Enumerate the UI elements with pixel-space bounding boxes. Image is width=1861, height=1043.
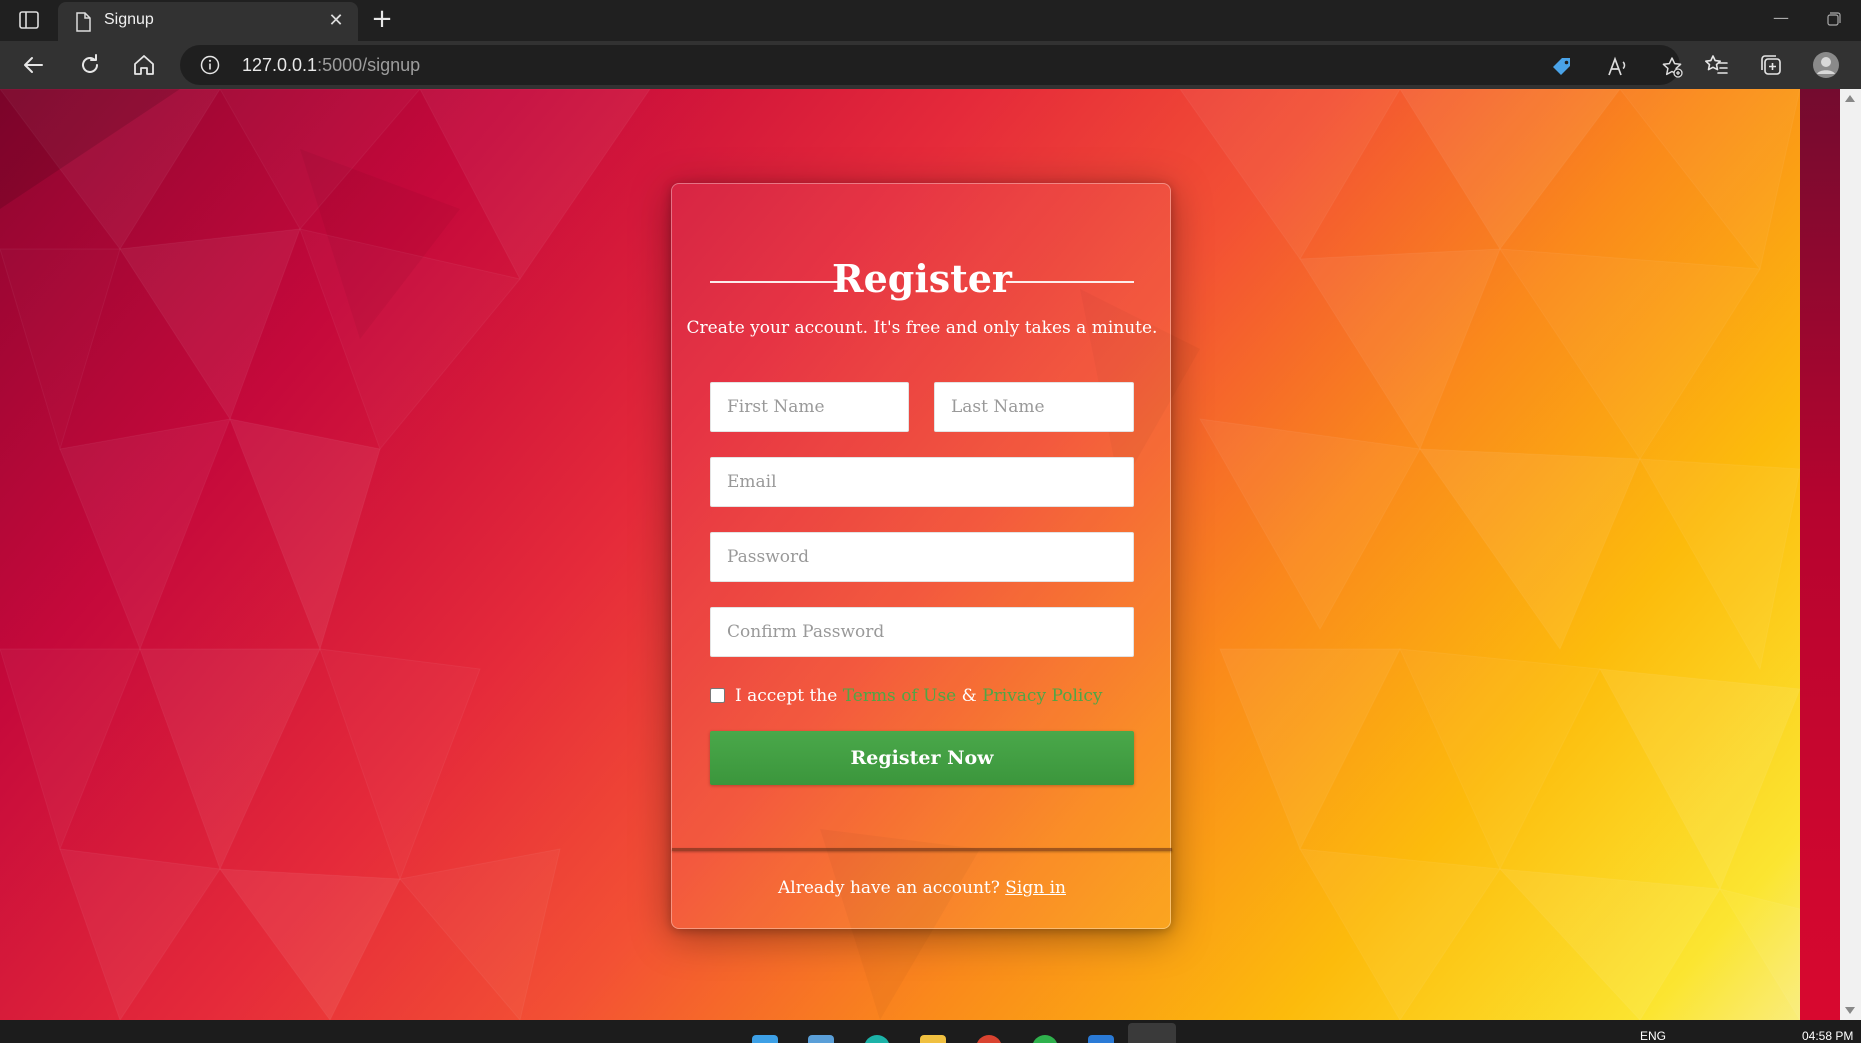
scroll-up-icon[interactable] <box>1845 95 1855 102</box>
page-viewport: Register Create your account. It's free … <box>0 89 1800 1020</box>
title-divider-right <box>1006 281 1134 283</box>
sidebar-toggle-icon[interactable] <box>18 10 40 30</box>
file-explorer-icon[interactable] <box>920 1035 946 1043</box>
confirm-password-input[interactable]: Confirm Password <box>710 607 1134 657</box>
signin-link[interactable]: Sign in <box>1005 878 1066 898</box>
password-input[interactable]: Password <box>710 532 1134 582</box>
os-taskbar: ENG 04:58 PM <box>0 1020 1861 1043</box>
tab-title: Signup <box>104 11 154 28</box>
page-right-edge <box>1800 89 1840 1020</box>
accept-terms-checkbox[interactable] <box>710 688 725 703</box>
terms-row: I accept the Terms of Use & Privacy Poli… <box>710 684 1150 710</box>
app-icon-red[interactable] <box>976 1035 1002 1043</box>
last-name-input[interactable]: Last Name <box>934 382 1134 432</box>
page-scrollbar[interactable] <box>1840 89 1861 1020</box>
language-indicator[interactable]: ENG <box>1640 1029 1666 1043</box>
register-title: Register <box>832 256 1012 301</box>
restore-button[interactable] <box>1820 8 1846 30</box>
shopping-tag-icon[interactable] <box>1550 55 1574 79</box>
terms-text: I accept the Terms of Use & Privacy Poli… <box>735 686 1102 706</box>
url-host: 127.0.0.1 <box>242 55 318 75</box>
profile-icon[interactable] <box>1812 51 1840 79</box>
terms-of-use-link[interactable]: Terms of Use <box>843 686 957 706</box>
widgets-icon[interactable] <box>808 1035 834 1043</box>
page-icon <box>74 12 92 32</box>
url-text[interactable]: 127.0.0.1:5000/signup <box>242 55 420 76</box>
terms-prefix: I accept the <box>735 686 838 706</box>
home-icon[interactable] <box>130 51 158 79</box>
app-icon-green[interactable] <box>1032 1035 1058 1043</box>
privacy-policy-link[interactable]: Privacy Policy <box>982 686 1102 706</box>
minimize-button[interactable]: — <box>1768 8 1794 30</box>
register-title-row: Register <box>710 254 1134 304</box>
register-subtitle: Create your account. It's free and only … <box>686 318 1158 338</box>
add-favorite-icon[interactable] <box>1660 55 1684 79</box>
favorites-icon[interactable] <box>1702 51 1730 79</box>
tab-close-icon[interactable]: ✕ <box>326 11 346 31</box>
start-menu-icon[interactable] <box>752 1035 778 1043</box>
signin-prompt: Already have an account? <box>778 878 1000 898</box>
system-clock[interactable]: 04:58 PM <box>1802 1029 1853 1043</box>
tab-bar: Signup ✕ + — <box>0 0 1861 41</box>
browser-toolbar: 127.0.0.1:5000/signup <box>0 41 1861 89</box>
tab-signup[interactable]: Signup ✕ <box>58 2 358 41</box>
terms-ampersand: & <box>961 686 977 706</box>
edge-browser-icon[interactable] <box>864 1035 890 1043</box>
register-card: Register Create your account. It's free … <box>671 183 1172 929</box>
vscode-icon[interactable] <box>1088 1035 1114 1043</box>
info-icon[interactable] <box>200 55 220 75</box>
refresh-icon[interactable] <box>76 51 104 79</box>
new-tab-button[interactable]: + <box>368 6 396 34</box>
first-name-input[interactable]: First Name <box>710 382 909 432</box>
register-now-button[interactable]: Register Now <box>710 731 1134 785</box>
email-input[interactable]: Email <box>710 457 1134 507</box>
signin-row: Already have an account? Sign in <box>672 878 1172 898</box>
collections-icon[interactable] <box>1757 51 1785 79</box>
address-bar[interactable]: 127.0.0.1:5000/signup <box>180 45 1683 85</box>
url-path: :5000/signup <box>317 55 421 75</box>
taskbar-active-app[interactable] <box>1128 1023 1176 1043</box>
scroll-down-icon[interactable] <box>1845 1007 1855 1014</box>
card-divider <box>672 848 1172 851</box>
read-aloud-icon[interactable] <box>1606 55 1630 79</box>
back-icon[interactable] <box>20 51 48 79</box>
